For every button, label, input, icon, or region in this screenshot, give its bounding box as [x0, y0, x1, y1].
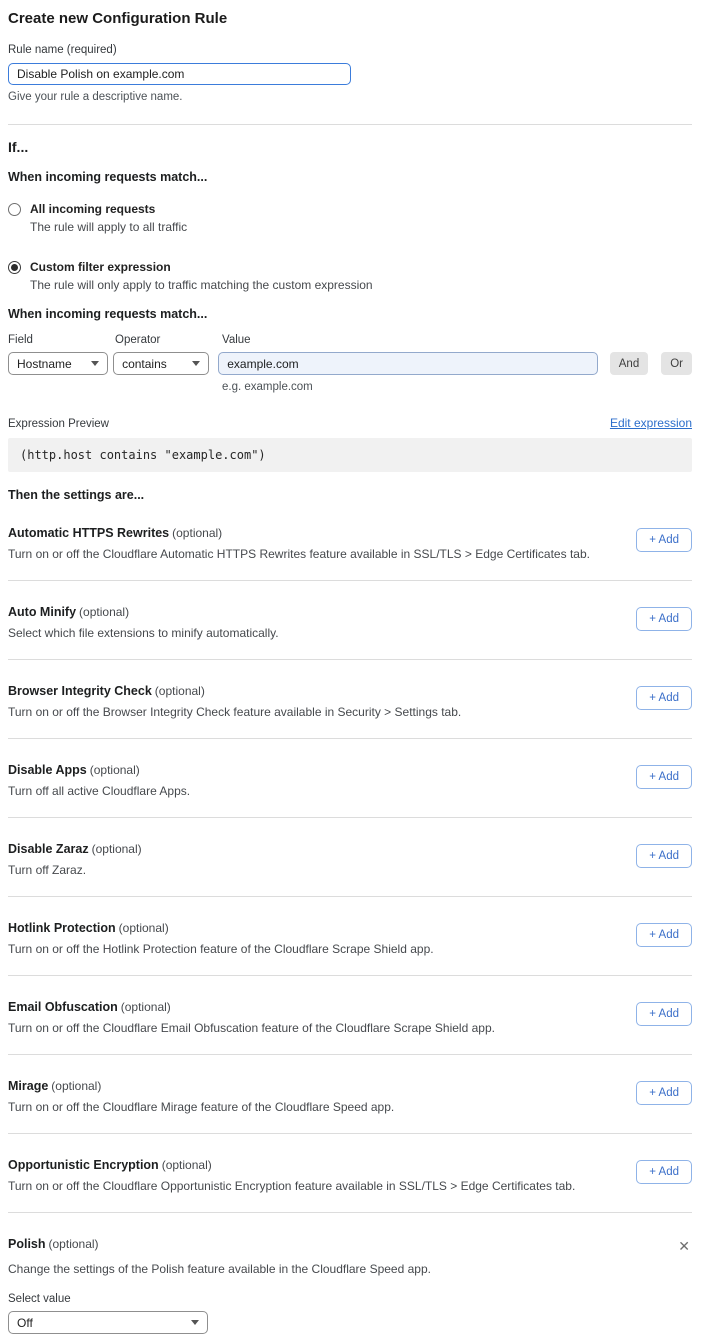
- polish-select-value: Off: [17, 1316, 33, 1330]
- setting-item: Email Obfuscation(optional) Turn on or o…: [8, 976, 692, 1055]
- setting-optional-tag: (optional): [51, 1079, 101, 1093]
- expression-preview-label: Expression Preview: [8, 418, 109, 430]
- setting-item: Mirage(optional) Turn on or off the Clou…: [8, 1055, 692, 1134]
- add-button[interactable]: + Add: [636, 528, 692, 552]
- edit-expression-link[interactable]: Edit expression: [610, 416, 692, 430]
- value-label: Value: [222, 334, 251, 346]
- rule-name-label: Rule name (required): [8, 44, 692, 56]
- setting-optional-tag: (optional): [155, 684, 205, 698]
- setting-description: Turn on or off the Cloudflare Email Obfu…: [8, 1021, 495, 1035]
- setting-description: Turn on or off the Browser Integrity Che…: [8, 705, 461, 719]
- setting-name: Disable Apps(optional): [8, 763, 190, 777]
- setting-name: Browser Integrity Check(optional): [8, 684, 461, 698]
- setting-optional-tag: (optional): [92, 842, 142, 856]
- setting-name: Hotlink Protection(optional): [8, 921, 434, 935]
- field-select-value: Hostname: [17, 357, 72, 371]
- value-helper: e.g. example.com: [222, 381, 692, 393]
- add-button[interactable]: + Add: [636, 844, 692, 868]
- chevron-down-icon: [192, 361, 200, 366]
- radio-option-custom-filter-expression[interactable]: Custom filter expression The rule will o…: [8, 260, 692, 292]
- section-divider: [8, 124, 692, 125]
- chevron-down-icon: [91, 361, 99, 366]
- then-settings-heading: Then the settings are...: [8, 488, 692, 502]
- setting-description: Turn on or off the Cloudflare Opportunis…: [8, 1179, 575, 1193]
- add-button[interactable]: + Add: [636, 607, 692, 631]
- and-button[interactable]: And: [610, 352, 648, 375]
- setting-description: Change the settings of the Polish featur…: [8, 1262, 692, 1276]
- add-button[interactable]: + Add: [636, 923, 692, 947]
- setting-item-polish-expanded: Polish(optional) ✕ Change the settings o…: [8, 1213, 692, 1334]
- field-select[interactable]: Hostname: [8, 352, 108, 375]
- page-title: Create new Configuration Rule: [8, 10, 692, 27]
- expression-builder-heading: When incoming requests match...: [8, 307, 692, 321]
- setting-optional-tag: (optional): [172, 526, 222, 540]
- setting-name: Mirage(optional): [8, 1079, 394, 1093]
- setting-item: Auto Minify(optional) Select which file …: [8, 581, 692, 660]
- radio-option-label: All incoming requests: [30, 202, 187, 216]
- value-input[interactable]: [218, 352, 598, 375]
- close-icon[interactable]: ✕: [676, 1237, 692, 1255]
- rule-name-input[interactable]: [8, 63, 351, 85]
- setting-description: Turn on or off the Cloudflare Mirage fea…: [8, 1100, 394, 1114]
- operator-select-value: contains: [122, 357, 167, 371]
- setting-description: Turn off all active Cloudflare Apps.: [8, 784, 190, 798]
- setting-optional-tag: (optional): [90, 763, 140, 777]
- setting-description: Select which file extensions to minify a…: [8, 626, 279, 640]
- settings-list: Automatic HTTPS Rewrites(optional) Turn …: [8, 502, 692, 1213]
- setting-name: Automatic HTTPS Rewrites(optional): [8, 526, 590, 540]
- add-button[interactable]: + Add: [636, 765, 692, 789]
- setting-item: Opportunistic Encryption(optional) Turn …: [8, 1134, 692, 1213]
- add-button[interactable]: + Add: [636, 1002, 692, 1026]
- field-label: Field: [8, 334, 115, 346]
- setting-item: Hotlink Protection(optional) Turn on or …: [8, 897, 692, 976]
- expression-preview-row: Expression Preview Edit expression: [8, 416, 692, 430]
- operator-select[interactable]: contains: [113, 352, 209, 375]
- setting-name: Polish(optional): [8, 1237, 99, 1251]
- add-button[interactable]: + Add: [636, 1081, 692, 1105]
- setting-item: Disable Apps(optional) Turn off all acti…: [8, 739, 692, 818]
- create-configuration-rule-page: Create new Configuration Rule Rule name …: [0, 0, 705, 1344]
- setting-item: Disable Zaraz(optional) Turn off Zaraz. …: [8, 818, 692, 897]
- radio-unselected-icon[interactable]: [8, 203, 21, 216]
- incoming-requests-match-heading: When incoming requests match...: [8, 170, 692, 184]
- operator-label: Operator: [115, 334, 222, 346]
- setting-optional-tag: (optional): [119, 921, 169, 935]
- setting-description: Turn on or off the Hotlink Protection fe…: [8, 942, 434, 956]
- add-button[interactable]: + Add: [636, 686, 692, 710]
- add-button[interactable]: + Add: [636, 1160, 692, 1184]
- expression-builder-labels: Field Operator Value: [8, 334, 692, 346]
- radio-option-label: Custom filter expression: [30, 260, 373, 274]
- setting-optional-tag: (optional): [49, 1237, 99, 1251]
- setting-optional-tag: (optional): [162, 1158, 212, 1172]
- setting-item: Automatic HTTPS Rewrites(optional) Turn …: [8, 502, 692, 581]
- select-value-label: Select value: [8, 1293, 692, 1305]
- radio-option-description: The rule will only apply to traffic matc…: [30, 278, 373, 292]
- setting-optional-tag: (optional): [121, 1000, 171, 1014]
- chevron-down-icon: [191, 1320, 199, 1325]
- if-heading: If...: [8, 139, 692, 155]
- setting-description: Turn on or off the Cloudflare Automatic …: [8, 547, 590, 561]
- polish-value-select[interactable]: Off: [8, 1311, 208, 1334]
- setting-name: Auto Minify(optional): [8, 605, 279, 619]
- setting-description: Turn off Zaraz.: [8, 863, 142, 877]
- radio-option-all-incoming-requests[interactable]: All incoming requests The rule will appl…: [8, 202, 692, 234]
- setting-name: Opportunistic Encryption(optional): [8, 1158, 575, 1172]
- expression-builder-row: Hostname contains And Or: [8, 352, 692, 375]
- rule-name-helper: Give your rule a descriptive name.: [8, 91, 692, 103]
- radio-option-description: The rule will apply to all traffic: [30, 220, 187, 234]
- setting-optional-tag: (optional): [79, 605, 129, 619]
- or-button[interactable]: Or: [661, 352, 692, 375]
- setting-name: Email Obfuscation(optional): [8, 1000, 495, 1014]
- radio-selected-icon[interactable]: [8, 261, 21, 274]
- setting-item: Browser Integrity Check(optional) Turn o…: [8, 660, 692, 739]
- expression-preview-code: (http.host contains "example.com"): [8, 438, 692, 472]
- setting-name: Disable Zaraz(optional): [8, 842, 142, 856]
